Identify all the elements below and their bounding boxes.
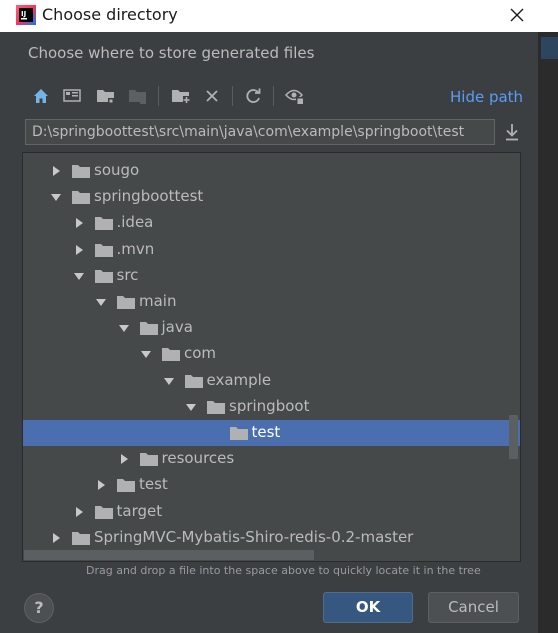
expanded-arrow-icon[interactable] <box>118 322 130 334</box>
collapsed-arrow-icon[interactable] <box>50 165 62 177</box>
tree-row-label: target <box>116 501 163 520</box>
tree-row-label: example <box>206 370 272 389</box>
path-input[interactable]: D:\springboottest\src\main\java\com\exam… <box>25 119 495 145</box>
expanded-arrow-icon[interactable] <box>140 348 152 360</box>
tree-row[interactable]: sougo <box>23 158 520 184</box>
folder-icon <box>139 322 158 336</box>
tree-row[interactable]: resources <box>23 446 520 472</box>
dialog-description: Choose where to store generated files <box>28 44 315 62</box>
tree-row[interactable]: target <box>23 499 520 525</box>
module-folder-icon <box>126 84 150 108</box>
tree-row-label: sougo <box>94 161 140 179</box>
toolbar-separator <box>273 86 274 106</box>
collapsed-arrow-icon[interactable] <box>73 244 85 256</box>
tree-row-label: .mvn <box>116 239 155 258</box>
tree-row[interactable]: main <box>23 289 520 315</box>
tree-row[interactable]: java <box>23 315 520 341</box>
tree-row[interactable]: example <box>23 368 520 394</box>
tree-row[interactable]: SpringMVC-Mybatis-Shiro-redis-0.2-master <box>23 525 520 551</box>
tree-row-label: com <box>184 344 217 363</box>
home-icon[interactable] <box>29 84 53 108</box>
download-icon[interactable] <box>503 122 521 142</box>
help-button[interactable]: ? <box>24 593 54 623</box>
tree-row-label: springboot <box>229 396 310 415</box>
tree-row-label: SpringMVC-Mybatis-Shiro-redis-0.2-master <box>94 527 414 546</box>
collapsed-arrow-icon[interactable] <box>73 217 85 229</box>
hide-path-link[interactable]: Hide path <box>450 88 523 106</box>
tree-row[interactable]: .idea <box>23 210 520 236</box>
tree-row-label: .idea <box>116 213 154 232</box>
folder-icon <box>94 269 113 283</box>
collapsed-arrow-icon[interactable] <box>50 532 62 544</box>
cancel-button[interactable]: Cancel <box>428 592 519 623</box>
new-folder-icon[interactable] <box>169 84 193 108</box>
folder-icon <box>94 217 113 231</box>
toolbar-separator <box>158 86 159 106</box>
ok-button[interactable]: OK <box>323 592 413 623</box>
tree-row[interactable]: .mvn <box>23 237 520 263</box>
tree-row-label: resources <box>161 449 235 468</box>
delete-icon[interactable] <box>200 84 224 108</box>
tree-row-label: src <box>116 265 139 284</box>
collapsed-arrow-icon[interactable] <box>73 506 85 518</box>
folder-icon <box>72 531 90 545</box>
folder-icon <box>229 427 248 440</box>
tree-row[interactable]: springboottest <box>23 184 520 210</box>
collapsed-arrow-icon[interactable] <box>95 479 107 491</box>
directory-tree[interactable]: SpringMVC-Mybatis-Shiro-redis-0.2-master… <box>22 152 521 562</box>
toolbar-separator <box>232 86 233 106</box>
folder-icon <box>94 505 113 519</box>
tree-row[interactable]: test <box>23 420 520 446</box>
tree-row[interactable]: com <box>23 341 520 367</box>
tree-row-label: springboottest <box>94 187 204 206</box>
expanded-arrow-icon[interactable] <box>95 296 107 308</box>
tree-row[interactable]: test <box>23 472 520 498</box>
horizontal-scrollbar[interactable] <box>24 550 314 560</box>
collapsed-arrow-icon[interactable] <box>118 453 130 465</box>
refresh-icon[interactable] <box>241 84 265 108</box>
title-bar: IJ Choose directory <box>0 0 558 32</box>
vertical-scrollbar[interactable] <box>509 415 518 459</box>
intellij-logo-icon: IJ <box>16 5 36 25</box>
close-icon[interactable] <box>506 4 528 26</box>
expanded-arrow-icon[interactable] <box>163 375 175 387</box>
expanded-arrow-icon[interactable] <box>73 270 85 282</box>
expanded-arrow-icon[interactable] <box>185 401 197 413</box>
folder-icon <box>117 479 135 493</box>
folder-icon <box>139 453 158 467</box>
show-hidden-icon[interactable] <box>283 84 307 108</box>
tree-row[interactable]: springboot <box>23 394 520 420</box>
folder-icon <box>94 243 113 257</box>
folder-icon <box>207 400 225 414</box>
folder-icon <box>184 374 203 388</box>
background-window-edge <box>538 32 558 633</box>
folder-icon <box>72 191 90 205</box>
desktop-icon[interactable] <box>60 84 84 108</box>
window-title: Choose directory <box>42 5 178 24</box>
tree-row-label: main <box>139 292 177 310</box>
tree-row-label: test <box>251 423 281 441</box>
tree-row-label: test <box>139 475 168 494</box>
drag-drop-hint: Drag and drop a file into the space abov… <box>86 564 481 577</box>
svg-text:IJ: IJ <box>21 10 26 18</box>
project-folder-icon[interactable] <box>94 84 118 108</box>
folder-icon <box>162 348 180 362</box>
expanded-arrow-icon[interactable] <box>50 191 62 203</box>
tree-row-label: java <box>161 318 193 337</box>
tree-row[interactable]: src <box>23 263 520 289</box>
folder-icon <box>117 296 135 309</box>
folder-icon <box>72 165 90 178</box>
